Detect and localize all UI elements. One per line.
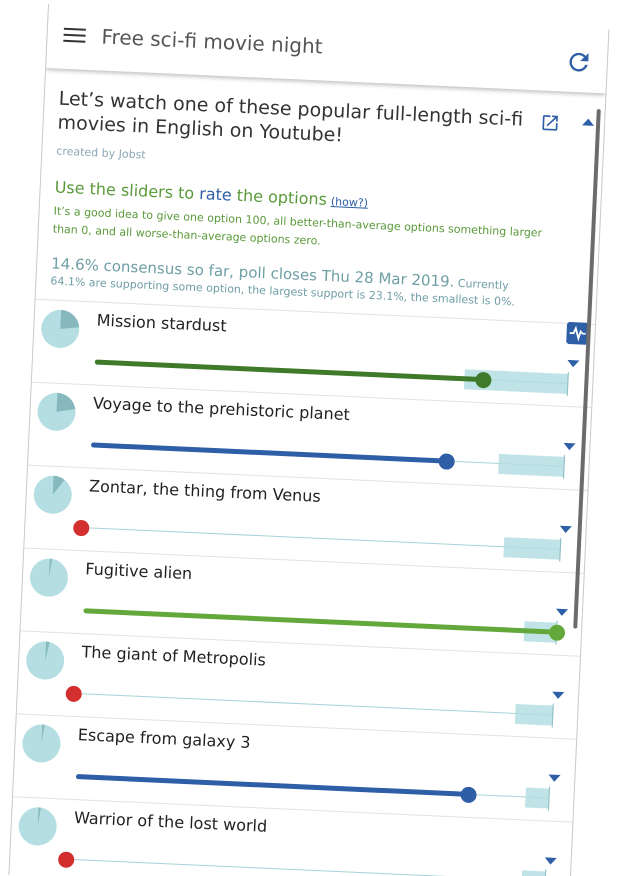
how-link[interactable]: (how?)	[331, 195, 369, 210]
option-name: Warrior of the lost world	[73, 808, 268, 836]
others-rating-band	[521, 870, 547, 876]
option-name: Voyage to the prehistoric planet	[92, 393, 351, 425]
slider-track	[79, 693, 554, 716]
rating-fill	[83, 608, 558, 635]
zero-rating-thumb[interactable]	[57, 851, 75, 869]
options-list: Mission stardust Voyage to the prehistori…	[9, 298, 596, 876]
option-name: Fugitive alien	[84, 559, 193, 584]
refresh-icon[interactable]	[564, 48, 593, 77]
others-rating-band	[525, 787, 550, 809]
screenshot-stage: Free sci-fi movie night Let’s watch one …	[0, 0, 642, 876]
app-window: Free sci-fi movie night Let’s watch one …	[8, 4, 610, 876]
currently-label: Currently	[454, 276, 509, 293]
zero-rating-thumb[interactable]	[65, 685, 83, 703]
open-external-icon[interactable]	[540, 112, 561, 133]
instruction-prefix: Use the sliders to	[54, 177, 200, 204]
support-pie-icon	[29, 558, 68, 597]
slider-end-marker	[562, 454, 566, 479]
support-pie-icon	[33, 475, 72, 514]
expand-option-icon[interactable]	[552, 691, 565, 700]
support-pie-icon	[22, 724, 61, 763]
zero-rating-thumb[interactable]	[72, 519, 90, 537]
instruction-rate-word: rate	[198, 184, 233, 205]
hamburger-menu-icon[interactable]	[63, 25, 86, 44]
instruction-suffix: the options	[231, 185, 328, 209]
support-pie-icon	[26, 641, 65, 680]
support-pie-icon	[18, 807, 57, 846]
support-pie-icon	[37, 392, 76, 431]
expand-option-icon[interactable]	[563, 442, 576, 451]
app-title: Free sci-fi movie night	[101, 24, 324, 59]
expand-option-icon[interactable]	[567, 359, 580, 368]
slider-track	[72, 858, 546, 876]
support-pie-icon	[41, 309, 80, 348]
slider-end-marker	[559, 537, 562, 562]
slider-thumb[interactable]	[548, 624, 566, 642]
rating-fill	[94, 359, 484, 383]
rating-fill	[75, 774, 470, 797]
expand-option-icon[interactable]	[544, 857, 557, 865]
slider-end-marker	[551, 703, 554, 728]
option-name: Zontar, the thing from Venus	[88, 476, 322, 506]
poll-header: Let’s watch one of these popular full-le…	[36, 70, 605, 345]
option-name: Mission stardust	[96, 310, 228, 336]
poll-title: Let’s watch one of these popular full-le…	[57, 87, 524, 147]
option-name: Escape from galaxy 3	[77, 725, 252, 752]
expand-option-icon[interactable]	[559, 525, 572, 534]
rating-slider[interactable]	[57, 848, 547, 876]
others-rating-band	[514, 703, 554, 726]
others-rating-band	[497, 453, 565, 477]
expand-option-icon[interactable]	[555, 608, 569, 617]
poll-content: Let’s watch one of these popular full-le…	[9, 70, 605, 876]
option-name: The giant of Metropolis	[81, 642, 267, 670]
slider-end-marker	[566, 371, 569, 396]
expand-option-icon[interactable]	[548, 774, 561, 783]
others-rating-band	[503, 537, 562, 560]
slider-thumb[interactable]	[460, 786, 478, 804]
slider-thumb[interactable]	[437, 453, 455, 470]
rating-fill	[90, 442, 447, 464]
collapse-header-icon[interactable]	[582, 118, 595, 126]
slider-thumb[interactable]	[474, 371, 492, 389]
slider-end-marker	[544, 869, 547, 876]
slider-end-marker	[547, 786, 551, 811]
slider-track	[87, 527, 561, 550]
